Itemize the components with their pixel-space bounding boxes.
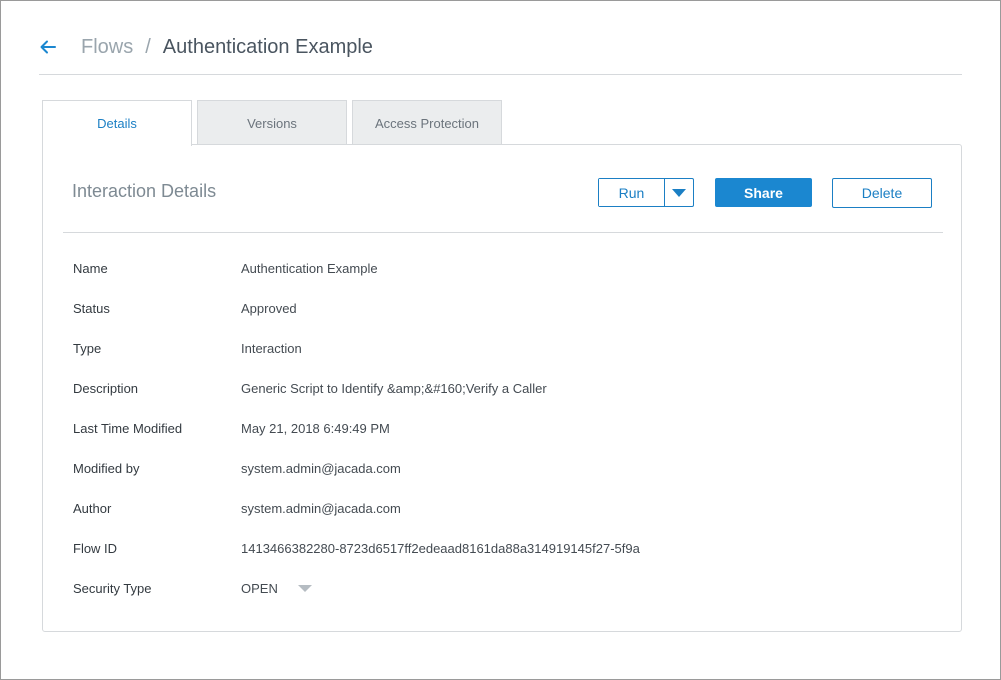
- security-type-dropdown[interactable]: OPEN: [241, 581, 312, 596]
- detail-value: Interaction: [241, 340, 302, 356]
- detail-row-modified-by: Modified by system.admin@jacada.com: [73, 448, 933, 488]
- panel-divider: [63, 232, 943, 233]
- page-title: Authentication Example: [162, 35, 373, 58]
- detail-value: Approved: [241, 300, 297, 316]
- detail-row-name: Name Authentication Example: [73, 248, 933, 288]
- detail-label: Type: [73, 340, 102, 356]
- detail-value: May 21, 2018 6:49:49 PM: [241, 420, 390, 436]
- page-header: Flows / Authentication Example: [39, 31, 373, 63]
- detail-value: Generic Script to Identify &amp;&#160;Ve…: [241, 380, 547, 396]
- run-menu-toggle[interactable]: [664, 179, 693, 206]
- detail-row-type: Type Interaction: [73, 328, 933, 368]
- chevron-down-icon: [297, 584, 312, 592]
- detail-label: Flow ID: [73, 540, 118, 556]
- detail-label: Last Time Modified: [73, 420, 183, 436]
- delete-button[interactable]: Delete: [832, 178, 932, 208]
- security-type-value: OPEN: [241, 580, 278, 596]
- detail-row-description: Description Generic Script to Identify &…: [73, 368, 933, 408]
- detail-label: Description: [73, 380, 139, 396]
- breadcrumb-flows-link[interactable]: Flows: [81, 36, 133, 59]
- tab-versions[interactable]: Versions: [197, 100, 347, 145]
- detail-label: Security Type: [73, 580, 152, 596]
- tab-bar: Details Versions Access Protection: [42, 100, 507, 146]
- tab-access-protection[interactable]: Access Protection: [352, 100, 502, 145]
- detail-row-status: Status Approved: [73, 288, 933, 328]
- detail-value: Authentication Example: [241, 260, 378, 276]
- details-list: Name Authentication Example Status Appro…: [73, 248, 933, 608]
- detail-label: Modified by: [73, 460, 140, 476]
- detail-label: Status: [73, 300, 110, 316]
- detail-row-security-type: Security Type OPEN: [73, 568, 933, 608]
- detail-row-flow-id: Flow ID 1413466382280-8723d6517ff2edeaad…: [73, 528, 933, 568]
- details-panel: Interaction Details Run Share Delete Nam…: [42, 144, 962, 632]
- header-divider: [39, 74, 962, 75]
- breadcrumb-separator: /: [145, 35, 151, 58]
- caret-down-icon: [672, 188, 686, 197]
- detail-value: 1413466382280-8723d6517ff2edeaad8161da88…: [241, 540, 640, 556]
- run-split-button: Run: [598, 178, 694, 207]
- window-frame: Flows / Authentication Example Details V…: [0, 0, 1001, 680]
- detail-row-author: Author system.admin@jacada.com: [73, 488, 933, 528]
- run-button[interactable]: Run: [599, 179, 664, 206]
- share-button[interactable]: Share: [715, 178, 812, 207]
- detail-value: system.admin@jacada.com: [241, 460, 401, 476]
- panel-title: Interaction Details: [72, 181, 217, 201]
- detail-label: Author: [73, 500, 112, 516]
- detail-label: Name: [73, 260, 108, 276]
- arrow-left-icon[interactable]: [39, 38, 57, 56]
- detail-row-last-modified: Last Time Modified May 21, 2018 6:49:49 …: [73, 408, 933, 448]
- detail-value: system.admin@jacada.com: [241, 500, 401, 516]
- tab-details[interactable]: Details: [42, 100, 192, 146]
